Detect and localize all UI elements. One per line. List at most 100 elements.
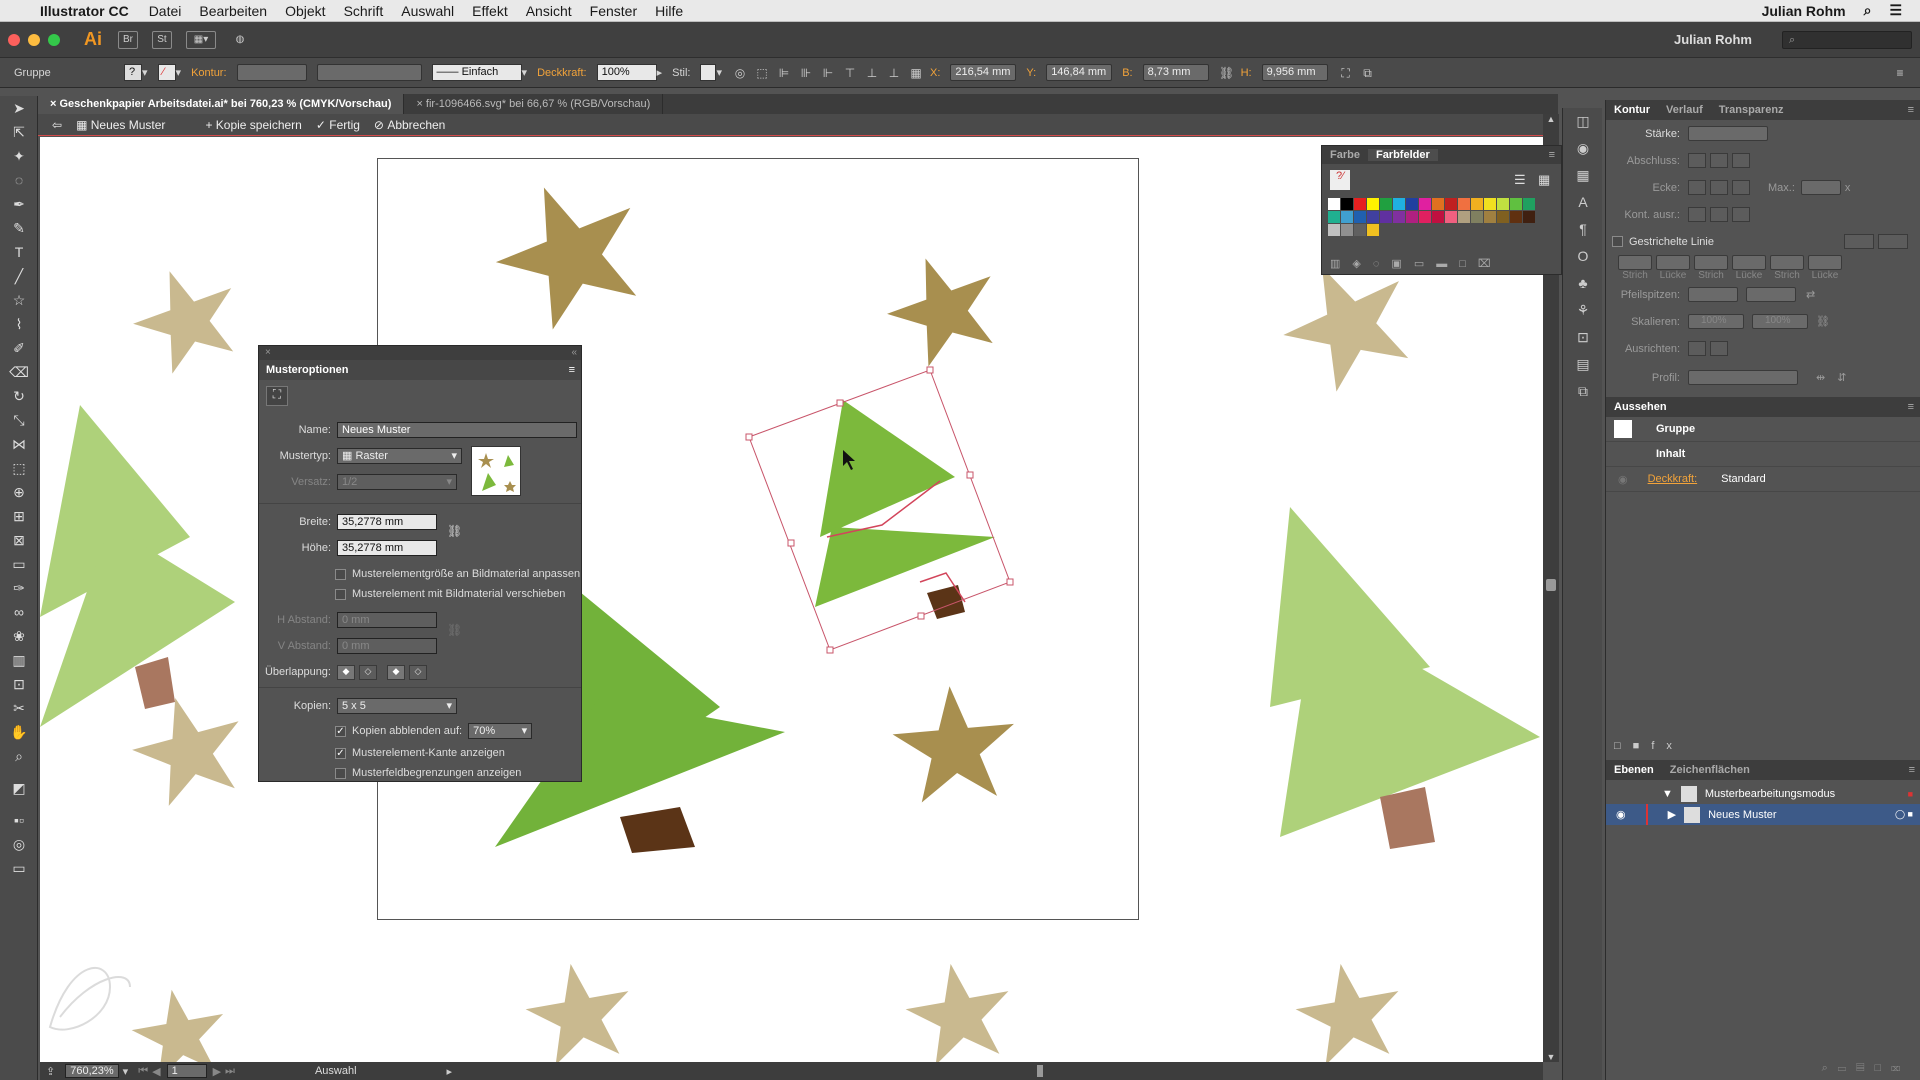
cap-round-icon[interactable] [1710,153,1728,168]
align-right-icon[interactable]: ⊩ [820,65,836,81]
gap-field[interactable] [1732,255,1766,270]
swap-arrows-icon[interactable]: ⇄ [1806,288,1815,301]
align-vcenter-icon[interactable]: ⊥ [864,65,880,81]
arrow-align-path-icon[interactable] [1710,341,1728,356]
curvature-tool-icon[interactable]: ✎ [0,216,38,240]
prev-page-icon[interactable]: ◀ [152,1065,160,1078]
resize-checkbox[interactable] [335,568,346,580]
panel-titlebar[interactable]: × « [259,346,581,360]
blend-tool-icon[interactable]: ∞ [0,600,38,624]
save-copy-button[interactable]: + Kopie speichern [205,118,301,132]
hoehe-input[interactable]: 35,2778 mm [337,540,437,556]
link-scale-icon[interactable]: ⛓ [1816,315,1830,328]
drawing-mode-icon[interactable]: ◎ [0,832,38,856]
opacity-field[interactable]: 100% ▸ [596,64,662,81]
align-panel-icon[interactable]: ▤ [1563,351,1603,378]
target-icon[interactable]: ◯ ■ [1895,809,1913,820]
star-tool-icon[interactable]: ☆ [0,288,38,312]
color-swatch[interactable] [1510,211,1522,223]
color-swatch[interactable] [1393,211,1405,223]
last-page-icon[interactable]: ⏭ [225,1065,235,1078]
dash-field[interactable] [1694,255,1728,270]
y-field[interactable]: 146,84 mm [1046,64,1113,81]
current-tool-label[interactable]: Auswahl [315,1065,357,1077]
scroll-up-icon[interactable]: ▲ [1543,114,1559,124]
mesh-tool-icon[interactable]: ⊠ [0,528,38,552]
magic-wand-tool-icon[interactable]: ✦ [0,144,38,168]
first-page-icon[interactable]: ⏮ [138,1065,148,1078]
aussehen-group-row[interactable]: Gruppe [1606,417,1920,442]
arrange-documents-icon[interactable]: ▦▾ [186,30,216,49]
tab-geschenkpapier[interactable]: × Geschenkpapier Arbeitsdatei.ai* bei 76… [38,94,405,114]
scale-start-field[interactable]: 100% [1688,314,1744,329]
add-fill-icon[interactable]: ■ [1633,740,1652,752]
color-swatch[interactable] [1497,198,1509,210]
trash-icon[interactable]: ⌧ [1478,258,1503,270]
corner-miter-icon[interactable] [1688,180,1706,195]
scale-tool-icon[interactable]: ⤡ [0,408,38,432]
max-field[interactable] [1800,180,1841,195]
dash-field[interactable] [1770,255,1804,270]
color-swatch[interactable] [1523,198,1535,210]
isolate-icon[interactable]: ⧉ [1360,65,1376,81]
deckkraft-label[interactable]: Deckkraft: [537,67,587,79]
align-hcenter-icon[interactable]: ⊪ [798,65,814,81]
visibility-eye-icon[interactable]: ◉ [1618,473,1628,486]
rotate-tool-icon[interactable]: ↻ [0,384,38,408]
color-swatch[interactable] [1523,211,1535,223]
scroll-down-icon[interactable]: ▼ [1543,1052,1559,1062]
kopien-select[interactable]: 5 x 5 ▾ [337,698,457,714]
done-button[interactable]: ✓ Fertig [316,118,360,132]
transform-panel-icon[interactable]: ⊡ [1563,324,1603,351]
swatch-library-icon[interactable]: ▥ [1330,258,1352,270]
stroke-style-select[interactable]: —— Einfach ▾ [431,64,527,81]
aussehen-opacity-row[interactable]: ◉ Deckkraft: Standard [1606,467,1920,492]
hand-tool-icon[interactable]: ✋ [0,720,38,744]
tab-transparenz[interactable]: Transparenz [1711,104,1792,116]
eyedropper-tool-icon[interactable]: ✑ [0,576,38,600]
libraries-icon[interactable]: ◫ [1563,108,1603,135]
gradient-tool-icon[interactable]: ▭ [0,552,38,576]
direct-selection-tool-icon[interactable]: ⇱ [0,120,38,144]
color-swatch[interactable] [1458,198,1470,210]
color-swatch[interactable] [1419,211,1431,223]
blob-brush-tool-icon[interactable]: ✐ [0,336,38,360]
h-field[interactable]: 9,956 mm [1261,64,1328,81]
back-arrow-icon[interactable]: ⇦ [52,118,62,132]
panel-menu-icon[interactable]: ≡ [569,360,575,380]
new-swatch-icon[interactable]: □ [1459,258,1478,270]
panel-menu-icon[interactable]: ≡ [1909,764,1915,776]
color-swatch[interactable] [1328,224,1340,236]
habstand-input[interactable]: 0 mm [337,612,437,628]
stock-button[interactable]: St [152,30,172,49]
deckkraft-link[interactable]: Deckkraft: [1648,473,1698,485]
pathfinder-icon[interactable]: ⧉ [1563,378,1603,405]
new-sublayer-icon[interactable]: ▤ [1856,1062,1874,1074]
swatch-kinds-icon[interactable]: ◈ [1352,258,1372,270]
dim-checkbox[interactable]: ✓ [335,725,346,737]
color-mode-icon[interactable]: ▪▫ [0,808,38,832]
pattern-type-select[interactable]: ▦ Raster ▾ [337,448,462,464]
b-field[interactable]: 8,73 mm [1142,64,1209,81]
color-swatch[interactable] [1380,198,1392,210]
thumbnail-view-icon[interactable]: ▦ [1538,172,1550,188]
flip-across-icon[interactable]: ⇵ [1837,371,1846,384]
bounds-checkbox[interactable] [335,767,346,779]
menu-objekt[interactable]: Objekt [285,3,325,19]
minimize-window-button[interactable] [28,33,40,46]
color-swatch[interactable] [1445,211,1457,223]
page-field[interactable]: 1 [166,1064,207,1078]
eraser-tool-icon[interactable]: ⌫ [0,360,38,384]
arrow-start-select[interactable] [1688,287,1738,302]
color-swatch[interactable] [1406,198,1418,210]
color-swatch[interactable] [1367,211,1379,223]
color-guide-icon[interactable]: ◉ [1563,135,1603,162]
symbol-sprayer-tool-icon[interactable]: ❀ [0,624,38,648]
name-input[interactable]: Neues Muster [337,422,577,438]
corner-round-icon[interactable] [1710,180,1728,195]
hscroll-thumb[interactable] [1037,1065,1043,1077]
overlap-right-icon[interactable]: ◇ [359,664,377,680]
locate-object-icon[interactable]: ⌕ [1822,1062,1838,1074]
tab-ebenen[interactable]: Ebenen [1606,764,1662,776]
screen-mode-icon[interactable]: ▭ [0,856,38,880]
